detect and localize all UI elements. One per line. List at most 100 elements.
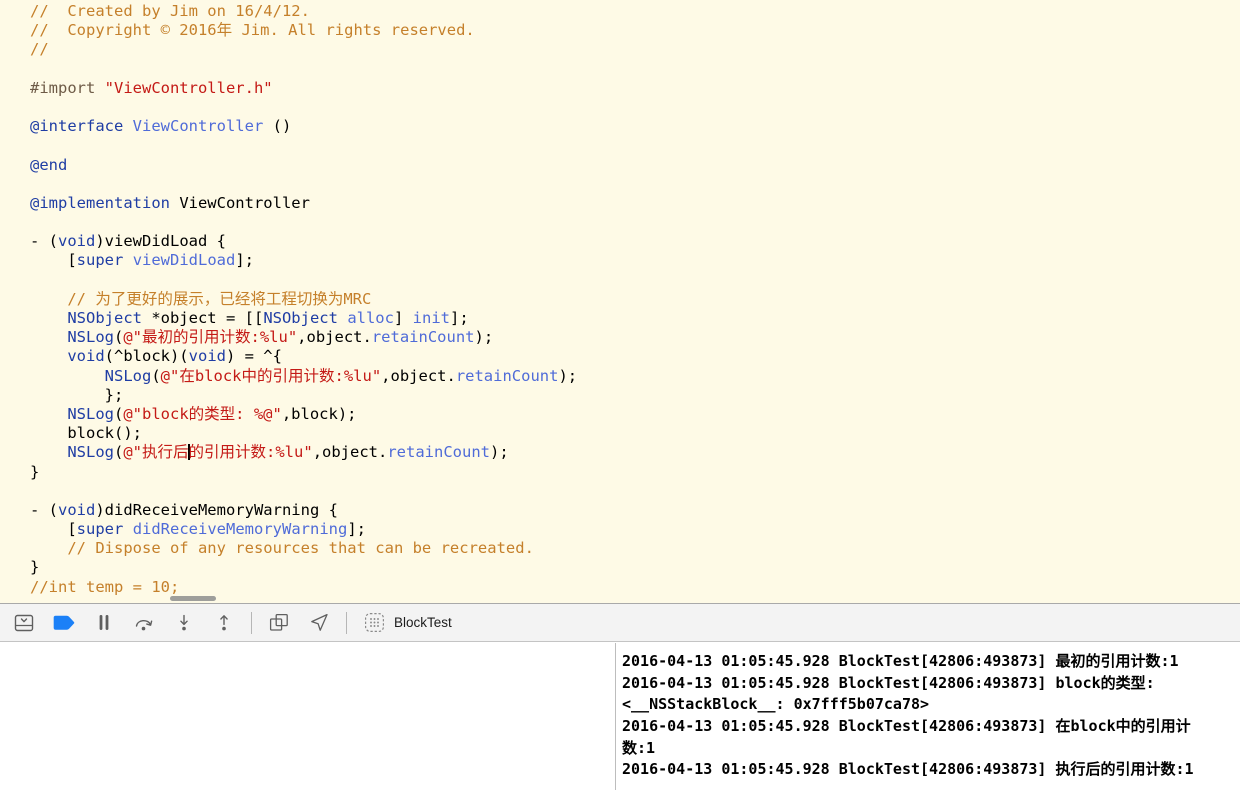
code-token: block(); [30, 424, 142, 443]
step-over-button[interactable] [124, 609, 164, 637]
variables-pane[interactable] [0, 643, 616, 790]
code-token: )didReceiveMemoryWarning { [95, 500, 338, 519]
code-token: retainCount [387, 443, 490, 462]
code-token: #import [30, 78, 105, 97]
code-token: )viewDidLoad { [95, 232, 226, 251]
code-token: retainCount [371, 328, 475, 347]
code-token: ViewController [179, 193, 310, 212]
code-token: NSLog [67, 328, 114, 347]
code-line: [super viewDidLoad]; [30, 251, 1240, 270]
code-token: [ [30, 520, 77, 539]
code-token: void [58, 232, 96, 251]
code-token: *object = [[ [141, 309, 264, 327]
code-token: ]; [347, 520, 366, 539]
code-line: } [30, 558, 1240, 577]
running-app-label: BlockTest [394, 615, 452, 630]
code-line: NSLog(@"最初的引用计数:%lu",object.retainCount)… [30, 328, 1240, 347]
code-line: // [30, 40, 1240, 59]
code-line: - (void)didReceiveMemoryWarning { [30, 501, 1240, 520]
code-line: #import "ViewController.h" [30, 79, 1240, 98]
code-token: viewDidLoad [132, 251, 236, 270]
horizontal-scrollbar-thumb[interactable] [170, 596, 216, 601]
code-token: ,object. [381, 366, 456, 385]
code-token: @implementation [30, 193, 180, 212]
breakpoint-icon [53, 615, 75, 630]
code-line: @interface ViewController () [30, 117, 1240, 136]
code-token: @"在block中的引用计数:%lu" [160, 366, 382, 385]
code-token: ] [393, 309, 413, 327]
console-pane[interactable]: 2016-04-13 01:05:45.928 BlockTest[42806:… [616, 643, 1240, 790]
code-token: void [188, 347, 226, 366]
code-line: [super didReceiveMemoryWarning]; [30, 520, 1240, 539]
code-token: // Created by Jim on 16/4/12. [30, 2, 310, 20]
code-token: } [30, 462, 40, 481]
code-token: NSObject [263, 309, 338, 327]
pause-icon [99, 615, 109, 630]
code-token: (^block)( [104, 347, 189, 366]
step-over-icon [135, 619, 153, 630]
code-token: }; [30, 385, 124, 404]
code-token: - ( [30, 232, 58, 251]
code-token: ,block); [281, 404, 357, 423]
code-lines: // Created by Jim on 16/4/12.// Copyrigh… [30, 2, 1240, 597]
hide-debug-area-button[interactable] [4, 609, 44, 637]
code-line: // Copyright © 2016年 Jim. All rights res… [30, 21, 1240, 40]
code-token: ); [558, 366, 578, 385]
simulate-location-button[interactable] [299, 609, 339, 637]
step-into-button[interactable] [164, 609, 204, 637]
toolbar-separator [251, 611, 252, 634]
console-lines: 2016-04-13 01:05:45.928 BlockTest[42806:… [622, 651, 1240, 781]
code-token: init [412, 309, 450, 327]
toggle-breakpoints-button[interactable] [44, 609, 84, 637]
code-token: // Copyright © 2016年 Jim. All rights res… [30, 21, 475, 40]
debug-view-hierarchy-button[interactable] [259, 609, 299, 637]
code-token: didReceiveMemoryWarning [132, 520, 348, 539]
code-line: // Created by Jim on 16/4/12. [30, 2, 1240, 21]
location-icon [310, 613, 328, 631]
code-token: @"block的类型: %@" [123, 404, 282, 423]
code-token: void [67, 347, 105, 366]
hide-debug-area-icon [14, 614, 34, 631]
code-line: } [30, 463, 1240, 482]
step-out-button[interactable] [204, 609, 244, 637]
code-token: ( [151, 366, 161, 385]
console-line: 2016-04-13 01:05:45.928 BlockTest[42806:… [622, 673, 1155, 692]
code-line: block(); [30, 424, 1240, 443]
code-line: NSObject *object = [[NSObject alloc] ini… [30, 309, 1240, 328]
code-token: retainCount [455, 366, 559, 385]
debug-area: 2016-04-13 01:05:45.928 BlockTest[42806:… [0, 643, 1240, 790]
code-token: NSLog [67, 443, 114, 462]
code-line: - (void)viewDidLoad { [30, 232, 1240, 251]
xcode-window: // Created by Jim on 16/4/12.// Copyrigh… [0, 0, 1240, 790]
code-token: // 为了更好的展示，已经将工程切换为MRC [67, 289, 372, 308]
code-token: @"最初的引用计数:%lu" [123, 328, 298, 347]
code-token: super [76, 251, 124, 270]
code-token: // Dispose of any resources that can be … [67, 539, 534, 558]
code-token: ]; [235, 251, 255, 270]
code-token: } [30, 558, 40, 577]
app-grid-icon [365, 613, 384, 632]
code-token: ,object. [297, 328, 372, 347]
code-editor[interactable]: // Created by Jim on 16/4/12.// Copyrigh… [0, 0, 1240, 603]
code-token: "ViewController.h" [104, 78, 273, 97]
pause-button[interactable] [84, 609, 124, 637]
code-token: NSObject [67, 309, 142, 327]
code-token: //int temp = 10; [30, 577, 180, 596]
running-process-indicator: BlockTest [364, 612, 452, 633]
code-token: () [263, 117, 292, 136]
code-token: ,object. [312, 443, 388, 462]
console-line: 2016-04-13 01:05:45.928 BlockTest[42806:… [622, 760, 1194, 779]
code-token: alloc [347, 309, 394, 327]
